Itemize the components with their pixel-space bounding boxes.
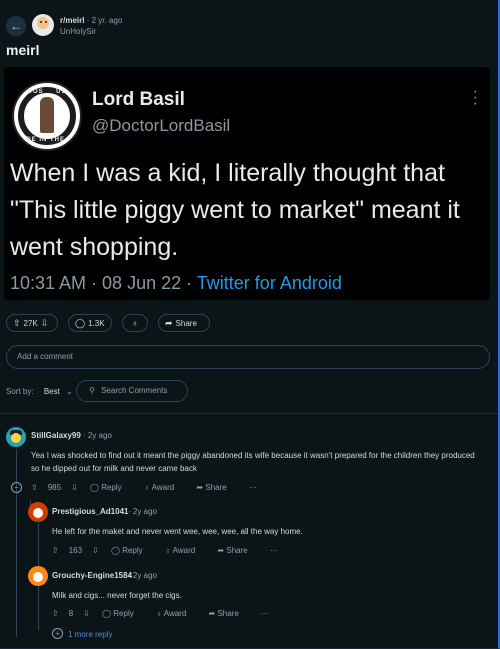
- reply-button[interactable]: ◯ Reply: [102, 609, 144, 618]
- tweet-avatar-seal-bottom: ADE IN THE U: [20, 137, 73, 143]
- subreddit-avatar[interactable]: [32, 14, 54, 36]
- award-button[interactable]: ♁: [122, 314, 148, 332]
- sort-label: Sort by:: [6, 387, 34, 396]
- share-icon: ➦: [165, 318, 173, 328]
- search-comments-button[interactable]: ⚲ Search Comments: [76, 380, 188, 402]
- award-button[interactable]: ♁ Award: [144, 483, 184, 492]
- comment-vote-count: 985: [47, 483, 62, 492]
- comment-author[interactable]: Grouchy-Engine1584: [52, 571, 132, 580]
- post-age: · 2 yr. ago: [86, 16, 123, 25]
- comment-actions: ⇧ 8 ⇩ ◯ Reply ♁ Award ➦ Share ···: [52, 609, 279, 618]
- add-comment-input[interactable]: Add a comment: [6, 345, 490, 369]
- comment-author[interactable]: Prestigious_Ad1041: [52, 507, 128, 516]
- comment-age: · 2y ago: [128, 571, 157, 580]
- comments-button[interactable]: ◯ 1.3K: [68, 314, 112, 332]
- award-button[interactable]: ♁ Award: [165, 546, 205, 555]
- expand-icon[interactable]: +: [52, 628, 63, 639]
- tweet-body: When I was a kid, I literally thought th…: [10, 159, 460, 261]
- share-label: Share: [175, 319, 197, 328]
- downvote-icon[interactable]: ⇩: [83, 609, 90, 618]
- comment-body: Yea I was shocked to find out it meant t…: [31, 451, 475, 473]
- tweet-timestamp: 10:31 AM · 08 Jun 22 ·: [10, 273, 197, 293]
- post-image-tweet[interactable]: ADOS USA ADE IN THE U Lord Basil @Doctor…: [4, 67, 490, 300]
- more-options-icon[interactable]: ···: [249, 483, 257, 492]
- thread-line[interactable]: [16, 449, 17, 637]
- subreddit-name[interactable]: r/meirl: [60, 16, 84, 25]
- chevron-down-icon: ⌄: [66, 387, 73, 396]
- reply-button[interactable]: ◯ Reply: [90, 483, 132, 492]
- avatar[interactable]: [28, 502, 48, 522]
- upvote-icon[interactable]: ⇧: [31, 483, 38, 492]
- vote-count: 27K: [23, 319, 38, 328]
- share-button[interactable]: ➦ Share: [158, 314, 210, 332]
- back-button[interactable]: ←: [6, 16, 26, 36]
- vote-control: ⇧ 27K ⇩: [6, 314, 58, 332]
- collapse-icon[interactable]: −: [11, 482, 22, 493]
- arrow-left-icon: ←: [10, 19, 22, 33]
- comment-count: 1.3K: [88, 319, 105, 328]
- award-button[interactable]: ♁ Award: [156, 609, 196, 618]
- comment-body: He left for the maket and never went wee…: [52, 527, 303, 536]
- more-options-icon[interactable]: ···: [270, 546, 278, 555]
- avatar[interactable]: [28, 566, 48, 586]
- tweet-source: Twitter for Android: [196, 273, 342, 293]
- tweet-display-name: Lord Basil: [92, 89, 185, 110]
- share-button[interactable]: ➦ Share: [196, 483, 236, 492]
- more-replies-link[interactable]: 1 more reply: [68, 630, 112, 639]
- tweet-more-icon: · · ·: [472, 83, 478, 112]
- comment-vote-count: 163: [68, 546, 83, 555]
- more-options-icon[interactable]: ···: [261, 609, 269, 618]
- tweet-handle: @DoctorLordBasil: [92, 116, 231, 135]
- tweet-meta: 10:31 AM · 08 Jun 22 · Twitter for Andro…: [10, 273, 342, 294]
- upvote-icon[interactable]: ⇧: [13, 318, 21, 328]
- subreddit-link[interactable]: r/meirl · 2 yr. ago: [60, 16, 122, 25]
- share-button[interactable]: ➦ Share: [217, 546, 257, 555]
- post-author[interactable]: UnHolySir: [60, 27, 96, 36]
- award-icon: ♁: [131, 318, 139, 328]
- search-comments-label: Search Comments: [101, 386, 168, 395]
- downvote-icon[interactable]: ⇩: [92, 546, 99, 555]
- comment-age: · 2y ago: [83, 431, 112, 440]
- comment-vote-count: 8: [68, 609, 74, 618]
- downvote-icon[interactable]: ⇩: [71, 483, 78, 492]
- divider: [0, 413, 498, 414]
- comment-author[interactable]: StillGalaxy99: [31, 431, 81, 440]
- post-header: ← r/meirl · 2 yr. ago UnHolySir: [6, 12, 486, 40]
- tweet-avatar: ADOS USA ADE IN THE U: [12, 81, 82, 151]
- comment-icon: ◯: [75, 318, 86, 328]
- avatar[interactable]: [6, 427, 26, 447]
- comment-body: Milk and cigs... never forget the cigs.: [52, 591, 182, 600]
- upvote-icon[interactable]: ⇧: [52, 546, 59, 555]
- search-icon: ⚲: [89, 386, 95, 395]
- downvote-icon[interactable]: ⇩: [41, 318, 49, 328]
- tweet-avatar-seal-text: ADOS USA: [22, 89, 72, 95]
- comment-actions: ⇧ 985 ⇩ ◯ Reply ♁ Award ➦ Share ···: [31, 483, 267, 492]
- upvote-icon[interactable]: ⇧: [52, 609, 59, 618]
- sort-dropdown[interactable]: Sort by: Best ⌄: [6, 387, 73, 396]
- comment-actions: ⇧ 163 ⇩ ◯ Reply ♁ Award ➦ Share ···: [52, 546, 288, 555]
- comment-age: · 2y ago: [128, 507, 157, 516]
- sort-value: Best: [43, 387, 60, 396]
- post-title: meirl: [6, 42, 40, 58]
- share-button[interactable]: ➦ Share: [209, 609, 249, 618]
- reply-button[interactable]: ◯ Reply: [111, 546, 153, 555]
